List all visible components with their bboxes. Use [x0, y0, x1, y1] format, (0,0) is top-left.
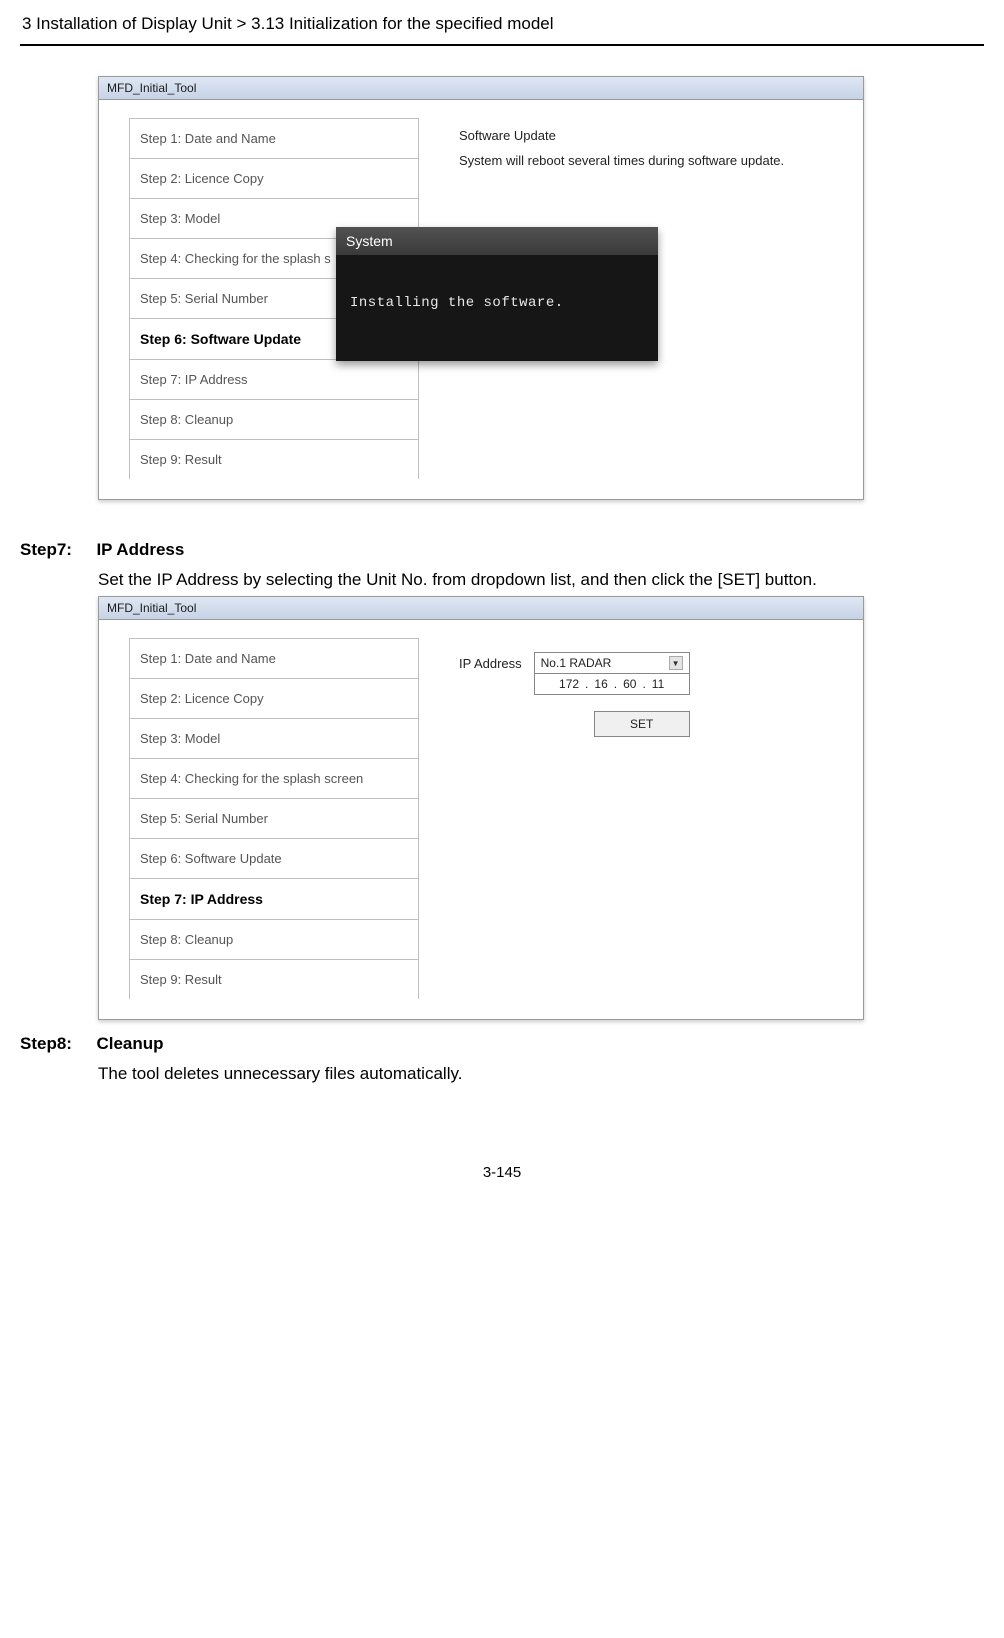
ip-octet-4: 11: [646, 677, 670, 691]
step-nav-item[interactable]: Step 6: Software Update: [129, 838, 419, 878]
step-nav-item[interactable]: Step 7: IP Address: [129, 359, 419, 399]
step-nav-item[interactable]: Step 4: Checking for the splash screen: [129, 758, 419, 798]
window-title: MFD_Initial_Tool: [99, 77, 863, 100]
step-nav-item[interactable]: Step 9: Result: [129, 439, 419, 479]
step-nav-item[interactable]: Step 8: Cleanup: [129, 919, 419, 959]
step-nav-item-active[interactable]: Step 7: IP Address: [129, 878, 419, 919]
step-nav-item[interactable]: Step 8: Cleanup: [129, 399, 419, 439]
main-heading: Software Update: [459, 128, 835, 143]
system-dialog: System Installing the software.: [336, 227, 658, 361]
dropdown-value: No.1 RADAR: [541, 656, 612, 670]
dialog-title: System: [336, 227, 658, 255]
step-nav-item[interactable]: Step 9: Result: [129, 959, 419, 999]
step-nav-item[interactable]: Step 2: Licence Copy: [129, 158, 419, 198]
dialog-body: Installing the software.: [336, 255, 658, 361]
step-nav-item[interactable]: Step 5: Serial Number: [129, 798, 419, 838]
ip-octet-2: 16: [588, 677, 613, 691]
set-button[interactable]: SET: [594, 711, 690, 737]
mfd-window-2: MFD_Initial_Tool Step 1: Date and Name S…: [98, 596, 864, 1020]
step-nav-item[interactable]: Step 3: Model: [129, 718, 419, 758]
step7-label: Step7:: [20, 540, 92, 560]
chevron-down-icon: ▼: [669, 656, 683, 670]
unit-no-dropdown[interactable]: No.1 RADAR ▼: [534, 652, 690, 674]
window-title: MFD_Initial_Tool: [99, 597, 863, 620]
ip-address-label: IP Address: [459, 652, 522, 671]
ip-octet-1: 172: [553, 677, 585, 691]
step8-title: Cleanup: [96, 1034, 163, 1053]
step7-title: IP Address: [96, 540, 184, 559]
step-nav-item[interactable]: Step 1: Date and Name: [129, 638, 419, 678]
header-rule: [20, 44, 984, 46]
step8-label: Step8:: [20, 1034, 92, 1054]
ip-octet-3: 60: [617, 677, 642, 691]
page-number: 3-145: [20, 1164, 984, 1181]
step-nav: Step 1: Date and Name Step 2: Licence Co…: [129, 638, 419, 999]
page-header: 3 Installation of Display Unit > 3.13 In…: [20, 10, 984, 40]
mfd-window-1: MFD_Initial_Tool Step 1: Date and Name S…: [98, 76, 864, 500]
step-nav-item[interactable]: Step 1: Date and Name: [129, 118, 419, 158]
step-nav-item[interactable]: Step 2: Licence Copy: [129, 678, 419, 718]
step8-description: The tool deletes unnecessary files autom…: [98, 1064, 984, 1084]
main-panel: IP Address No.1 RADAR ▼ 172. 16. 60. 11: [419, 638, 845, 999]
ip-address-input[interactable]: 172. 16. 60. 11: [534, 673, 690, 695]
step7-description: Set the IP Address by selecting the Unit…: [98, 570, 984, 590]
main-message: System will reboot several times during …: [459, 153, 835, 168]
